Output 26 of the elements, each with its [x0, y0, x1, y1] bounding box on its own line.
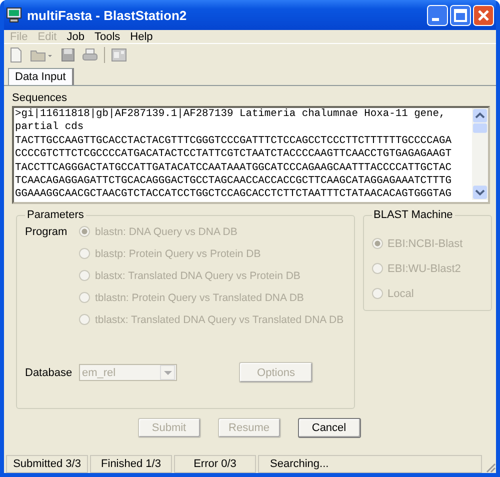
- tab[interactable]: Data Input: [8, 68, 74, 85]
- group-title: Parameters: [26, 209, 85, 221]
- scrollbar[interactable]: [472, 108, 488, 200]
- print-icon[interactable]: [82, 47, 98, 63]
- database-label: Database: [25, 366, 74, 379]
- sequence-field[interactable]: >gi|11611818|gb|AF287139.1|AF287139 Latimeria chalumnae Hoxa-11 gene, partial cds TACTTGCCAAGTTGCACCTACTACGTTTCGGGTCCCGATTTCTCCAGCCTCCCTTCTTTTTTGCCCCAGA CCCCGTCTTCTCGCCCCATGACATACTCCTATTCGTCTAATCTACCCCAAGTTCAACCTGTGAGAGAAGT TACCTTCAGGGACTATGCCATTGATACATCCAATAAATGGCATCCCAGAAGCAATTTACCCCATTGCTAC TCAACAGAGGAGATTCTGCACAGGGACTGCCTAGCAACCACCACCGCTTCAAGCATAGGAGAAATCTTTG GGAAAGGCAACGCTAACGTCTACCATCCTGGCTCCAGCACCTCTTCTAATTTCTATAACACAGTGGGTAG: [12, 106, 490, 204]
- status-cell: Searching...: [258, 455, 482, 473]
- status-cell: Finished 1/3: [90, 455, 172, 473]
- menu-item[interactable]: Tools: [90, 31, 126, 43]
- window-icon[interactable]: [111, 47, 127, 63]
- status-cell: Submitted 3/3: [6, 455, 88, 473]
- menu-item[interactable]: Help: [126, 31, 159, 43]
- resize-grip-icon[interactable]: [484, 461, 496, 473]
- maximize-icon[interactable]: [450, 4, 471, 26]
- status-cell: Error 0/3: [174, 455, 256, 473]
- program-label: Program: [25, 225, 68, 240]
- menu-item[interactable]: Job: [62, 31, 90, 43]
- group-title: BLAST Machine: [372, 209, 454, 221]
- save-icon[interactable]: [60, 47, 76, 63]
- close-icon[interactable]: [473, 4, 494, 26]
- minimize-icon[interactable]: [427, 4, 448, 26]
- action-button[interactable]: Cancel: [298, 418, 360, 438]
- window-title: multiFasta - BlastStation2: [27, 8, 188, 22]
- new-file-icon[interactable]: [8, 47, 24, 63]
- sequences-label: Sequences: [12, 92, 68, 105]
- monitor-icon: [6, 7, 22, 23]
